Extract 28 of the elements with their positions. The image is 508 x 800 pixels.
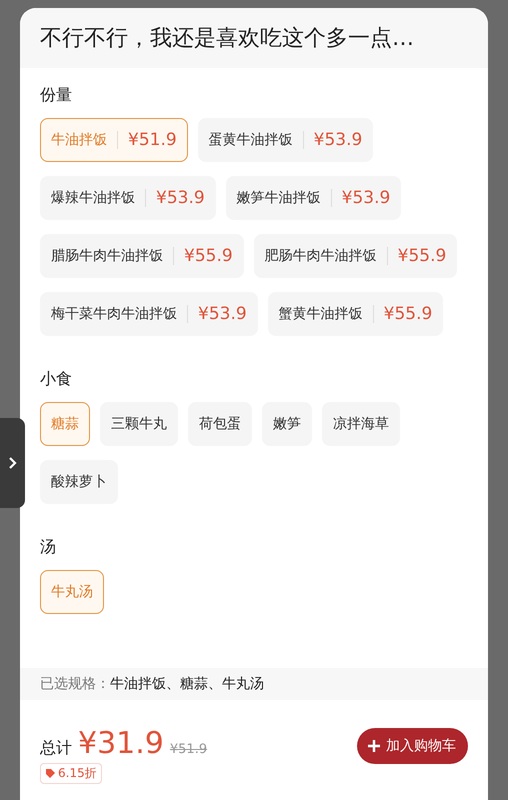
- section-label: 小食: [40, 368, 73, 390]
- option-chip[interactable]: 嫩笋: [262, 402, 312, 446]
- discount-badge: 6.15折: [40, 763, 102, 784]
- option-chip[interactable]: 牛油拌饭 ¥51.9: [40, 118, 188, 162]
- option-chip[interactable]: 嫩笋牛油拌饭 ¥53.9: [226, 176, 402, 220]
- section-label: 汤: [40, 536, 57, 558]
- option-chip[interactable]: 酸辣萝卜: [40, 460, 118, 504]
- option-chip[interactable]: 蟹黄牛油拌饭 ¥55.9: [268, 292, 444, 336]
- original-price: ¥51.9: [170, 742, 208, 757]
- option-chip[interactable]: 梅干菜牛肉牛油拌饭 ¥53.9: [40, 292, 258, 336]
- option-chip[interactable]: 凉拌海草: [322, 402, 400, 446]
- tag-icon: [45, 768, 56, 779]
- total-price: ¥31.9: [78, 726, 164, 761]
- option-chip[interactable]: 腊肠牛肉牛油拌饭 ¥55.9: [40, 234, 244, 278]
- dialog-title: 不行不行，我还是喜欢吃这个多一点…: [40, 25, 414, 53]
- side-tab[interactable]: [0, 418, 25, 508]
- add-to-cart-button[interactable]: 加入购物车: [357, 728, 468, 764]
- summary-label: 已选规格：: [40, 675, 110, 693]
- section-label: 份量: [40, 84, 73, 106]
- option-chip[interactable]: 爆辣牛油拌饭 ¥53.9: [40, 176, 216, 220]
- option-chip[interactable]: 肥肠牛肉牛油拌饭 ¥55.9: [254, 234, 458, 278]
- summary-value: 牛油拌饭、糖蒜、牛丸汤: [110, 675, 264, 693]
- total-label: 总计: [40, 738, 72, 759]
- option-chip[interactable]: 三颗牛丸: [100, 402, 178, 446]
- option-chip[interactable]: 荷包蛋: [188, 402, 252, 446]
- option-chip[interactable]: 蛋黄牛油拌饭 ¥53.9: [198, 118, 374, 162]
- chevron-right-icon: [8, 456, 18, 470]
- plus-icon: [367, 739, 381, 753]
